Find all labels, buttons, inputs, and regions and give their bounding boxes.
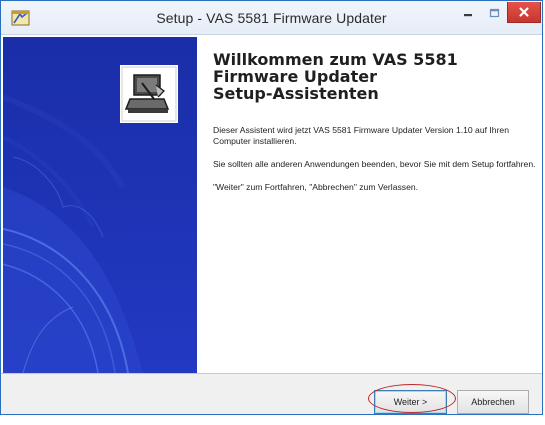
welcome-content: Willkommen zum VAS 5581 Firmware Updater…	[213, 51, 538, 205]
welcome-heading: Willkommen zum VAS 5581 Firmware Updater…	[213, 50, 458, 103]
welcome-paragraph-install: Dieser Assistent wird jetzt VAS 5581 Fir…	[213, 125, 509, 146]
computer-install-icon	[120, 65, 178, 123]
minimize-icon	[464, 13, 472, 16]
welcome-paragraph-instructions: "Weiter" zum Fortfahren, "Abbrechen" zum…	[213, 182, 419, 192]
close-icon	[519, 7, 529, 17]
close-button[interactable]	[507, 2, 541, 23]
maximize-icon	[489, 8, 500, 17]
welcome-paragraph-close-apps: Sie sollten alle anderen Anwendungen bee…	[213, 159, 536, 169]
cancel-button[interactable]: Abbrechen	[457, 390, 529, 414]
next-button[interactable]: Weiter >	[374, 390, 447, 414]
title-bar[interactable]: Setup - VAS 5581 Firmware Updater	[1, 1, 542, 35]
maximize-button[interactable]	[481, 2, 507, 23]
minimize-button[interactable]	[455, 2, 481, 23]
setup-wizard-window: Setup - VAS 5581 Firmware Updater Willko…	[0, 0, 543, 415]
wizard-side-image	[3, 37, 197, 373]
wizard-button-bar: Weiter > Abbrechen	[1, 373, 542, 414]
